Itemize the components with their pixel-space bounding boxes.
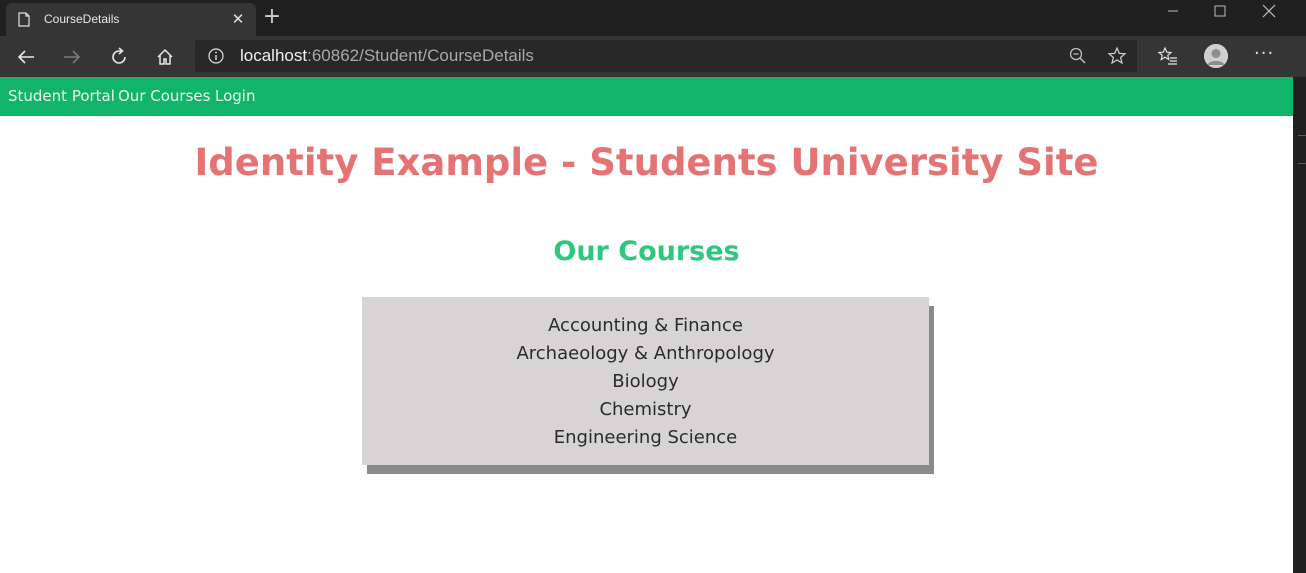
url-host: localhost — [240, 46, 308, 65]
back-icon[interactable] — [11, 42, 41, 72]
site-navbar: Student Portal Our Courses Login — [0, 77, 1293, 116]
browser-toolbar: localhost:60862/Student/CourseDetails ··… — [0, 36, 1306, 77]
zoom-out-icon[interactable] — [1069, 47, 1087, 65]
course-item: Chemistry — [599, 399, 692, 420]
close-icon[interactable]: ✕ — [230, 11, 246, 27]
course-list-box: Accounting & Finance Archaeology & Anthr… — [362, 297, 929, 465]
home-icon[interactable] — [150, 42, 180, 72]
course-item: Engineering Science — [553, 427, 738, 448]
info-icon[interactable] — [208, 48, 224, 64]
window-edge — [1293, 77, 1306, 573]
url-path: :60862/Student/CourseDetails — [307, 46, 534, 65]
profile-icon[interactable] — [1204, 44, 1228, 68]
page-title: Identity Example - Students University S… — [194, 141, 1099, 184]
course-item: Archaeology & Anthropology — [516, 343, 775, 364]
course-item: Accounting & Finance — [548, 315, 743, 336]
refresh-icon[interactable] — [104, 42, 134, 72]
nav-login[interactable]: Login — [215, 87, 255, 105]
forward-icon[interactable] — [57, 42, 87, 72]
address-bar[interactable]: localhost:60862/Student/CourseDetails — [195, 40, 1137, 72]
course-item: Biology — [612, 371, 679, 392]
more-icon[interactable]: ··· — [1254, 42, 1274, 66]
window-close-icon[interactable] — [1246, 0, 1292, 28]
nav-our-courses[interactable]: Our Courses — [118, 87, 210, 105]
maximize-icon[interactable] — [1197, 0, 1243, 28]
tab-title: CourseDetails — [44, 12, 120, 26]
browser-tab[interactable]: CourseDetails ✕ — [6, 3, 256, 36]
nav-student-portal[interactable]: Student Portal — [8, 87, 115, 105]
favorites-icon[interactable] — [1157, 45, 1179, 67]
course-list: Accounting & Finance Archaeology & Anthr… — [362, 297, 929, 452]
minimize-icon[interactable] — [1150, 0, 1196, 28]
plus-icon[interactable]: + — [262, 6, 282, 28]
browser-titlebar: CourseDetails ✕ + — [0, 0, 1306, 36]
section-title: Our Courses — [553, 236, 740, 267]
page-icon — [18, 12, 30, 27]
star-icon[interactable] — [1107, 46, 1127, 66]
url-text[interactable]: localhost:60862/Student/CourseDetails — [240, 46, 534, 66]
